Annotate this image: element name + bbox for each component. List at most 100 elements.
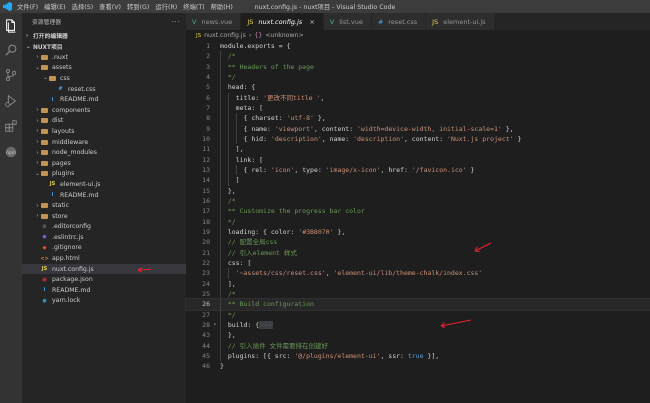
- menu-item[interactable]: 运行(R): [155, 2, 177, 11]
- code-line[interactable]: 21 // 引入element 样式: [186, 247, 650, 258]
- menu-item[interactable]: 文件(F): [17, 2, 38, 11]
- tree-file[interactable]: i README.md: [22, 94, 186, 105]
- tree-folder[interactable]: › store: [22, 211, 186, 222]
- code-line[interactable]: 24],: [186, 278, 650, 289]
- tree-file[interactable]: ⚙ .editorconfig: [22, 222, 186, 233]
- project-section[interactable]: ⌄ NUXT项目: [22, 41, 186, 52]
- tree-folder[interactable]: › layouts: [22, 126, 186, 137]
- tree-folder[interactable]: ⌄ css: [22, 73, 186, 84]
- tree-file[interactable]: <> app.html: [22, 253, 186, 264]
- code-line[interactable]: 25 /*: [186, 288, 650, 300]
- code-editor[interactable]: 1 module.exports = {2 /* 3 ** Headers of the…: [185, 41, 650, 372]
- tree-file[interactable]: # reset.css: [22, 84, 186, 95]
- tree-folder[interactable]: › pages: [22, 158, 186, 169]
- tree-folder[interactable]: › components: [22, 105, 186, 116]
- extensions-icon[interactable]: [4, 119, 18, 133]
- tree-item-label: plugins: [52, 170, 75, 178]
- editor-tab[interactable]: # reset.css: [371, 13, 427, 30]
- fold-chevron-icon[interactable]: ›: [213, 320, 217, 330]
- code-line[interactable]: 12 link: [: [186, 154, 650, 165]
- tree-folder[interactable]: ⌄ assets: [22, 63, 186, 74]
- code-line[interactable]: 9 { name: 'viewport', content: 'width=dev…: [186, 123, 650, 134]
- npm-icon[interactable]: npm: [4, 145, 18, 159]
- menu-item[interactable]: 帮助(H): [211, 2, 233, 11]
- code-line[interactable]: 44 // 引入插件 文件需要排在创建好: [186, 340, 650, 351]
- tree-folder[interactable]: › dist: [22, 116, 186, 127]
- menu-item[interactable]: 选择(S): [72, 2, 94, 11]
- breadcrumb-symbol[interactable]: <unknown>: [265, 32, 304, 39]
- chevron-down-icon: ⌄: [26, 43, 31, 50]
- code-line[interactable]: 23 '~assets/css/reset.css', 'element-ui/l…: [186, 268, 650, 279]
- code-line[interactable]: 2 /*: [186, 51, 650, 62]
- code-token: ,: [325, 269, 334, 278]
- code-line[interactable]: 13 { rel: 'icon', type: 'image/x-icon', h…: [186, 164, 650, 176]
- code-token: // 引入插件 文件需要排在创建好: [227, 341, 328, 350]
- search-icon[interactable]: [4, 43, 18, 57]
- code-token: css: [: [227, 258, 252, 267]
- tree-file[interactable]: JS nuxt.config.js: [22, 263, 186, 275]
- editor-tab[interactable]: JS nuxt.config.js ×: [241, 13, 324, 30]
- code-line[interactable]: 16 /*: [186, 195, 650, 207]
- code-line[interactable]: 18 */: [186, 216, 650, 227]
- code-line[interactable]: 15},: [186, 185, 650, 196]
- code-line[interactable]: 46}: [186, 361, 650, 371]
- close-icon[interactable]: ×: [309, 18, 314, 26]
- files-icon[interactable]: [4, 19, 18, 33]
- tree-folder[interactable]: ⌄ plugins: [22, 169, 186, 180]
- tree-file[interactable]: ◉ .eslintrc.js: [22, 232, 186, 243]
- menu-item[interactable]: 转到(G): [127, 2, 149, 11]
- menu-item[interactable]: 编辑(E): [44, 2, 66, 11]
- code-line[interactable]: 14]: [186, 175, 650, 186]
- open-editors-section[interactable]: › 打开的编辑器: [22, 30, 186, 41]
- code-line[interactable]: 19 loading: { color: '#3B8070' },: [186, 226, 650, 238]
- code-token: }: [466, 165, 475, 174]
- code-token: { hid:: [243, 134, 271, 143]
- code-line[interactable]: 6 title: '更改不同title ',: [186, 92, 650, 103]
- code-text: */: [228, 310, 236, 320]
- tree-folder[interactable]: › node_modules: [22, 147, 186, 158]
- editor-tab[interactable]: JS element-ui.js: [426, 13, 495, 30]
- menu-item[interactable]: 终端(T): [183, 2, 204, 11]
- code-line[interactable]: 22 css: [: [186, 257, 650, 269]
- line-number: 44: [202, 341, 210, 350]
- code-line[interactable]: 1 module.exports = {: [186, 41, 650, 51]
- tree-file[interactable]: JS element-ui.js: [22, 179, 186, 190]
- tree-folder[interactable]: › .nuxt: [22, 52, 186, 63]
- tree-folder[interactable]: › static: [22, 200, 186, 211]
- editor-tab[interactable]: Vnews.vue: [186, 13, 242, 30]
- code-line[interactable]: 45 plugins: [{ src: '@/plugins/element-ui…: [186, 350, 650, 362]
- tree-file[interactable]: ▣ package.json: [22, 274, 186, 285]
- tree-folder[interactable]: › middleware: [22, 137, 186, 148]
- tree-item-label: store: [52, 212, 68, 220]
- tree-file[interactable]: ● yarn.lock: [22, 296, 186, 307]
- more-actions-icon[interactable]: ···: [172, 18, 180, 26]
- code-line[interactable]: 10 { hid: 'description', name: 'descripti…: [186, 133, 650, 145]
- code-line[interactable]: 5 head: {: [186, 82, 650, 93]
- source-control-icon[interactable]: [4, 68, 18, 82]
- tree-file[interactable]: i README.md: [22, 190, 186, 201]
- code-line[interactable]: 7 meta: [: [186, 102, 650, 114]
- code-line[interactable]: 3 ** Headers of the page: [186, 61, 650, 72]
- tree-file[interactable]: ◆ .gitignore: [22, 243, 186, 254]
- indent-guide: [227, 133, 229, 145]
- code-text: // 配置全局css: [228, 237, 277, 247]
- code-line[interactable]: 27 */: [186, 309, 650, 320]
- run-debug-icon[interactable]: [4, 94, 18, 108]
- code-line[interactable]: 17 ** Customize the progress bar color: [186, 206, 650, 217]
- code-line[interactable]: 28 › build: {···: [186, 319, 650, 331]
- indent-guide: [220, 237, 221, 248]
- code-line[interactable]: 20 // 配置全局css: [186, 237, 650, 248]
- code-line[interactable]: 11],: [186, 144, 650, 155]
- editor-tab[interactable]: Vlist.vue: [323, 13, 372, 30]
- tree-file[interactable]: i README.md: [22, 285, 186, 296]
- line-number: 28: [202, 320, 210, 329]
- indent-guide: [227, 113, 229, 124]
- menu-item[interactable]: 查看(V): [99, 2, 121, 11]
- code-line[interactable]: 43},: [186, 330, 650, 341]
- breadcrumb-file[interactable]: nuxt.config.js: [204, 32, 246, 39]
- code-line[interactable]: 26 ** Build configuration: [185, 298, 650, 311]
- code-line[interactable]: 4 */: [186, 71, 650, 83]
- breadcrumb-separator: ›: [248, 32, 252, 39]
- tree-item-label: pages: [52, 159, 71, 167]
- code-line[interactable]: 8 { charset: 'utf-8' },: [186, 113, 650, 124]
